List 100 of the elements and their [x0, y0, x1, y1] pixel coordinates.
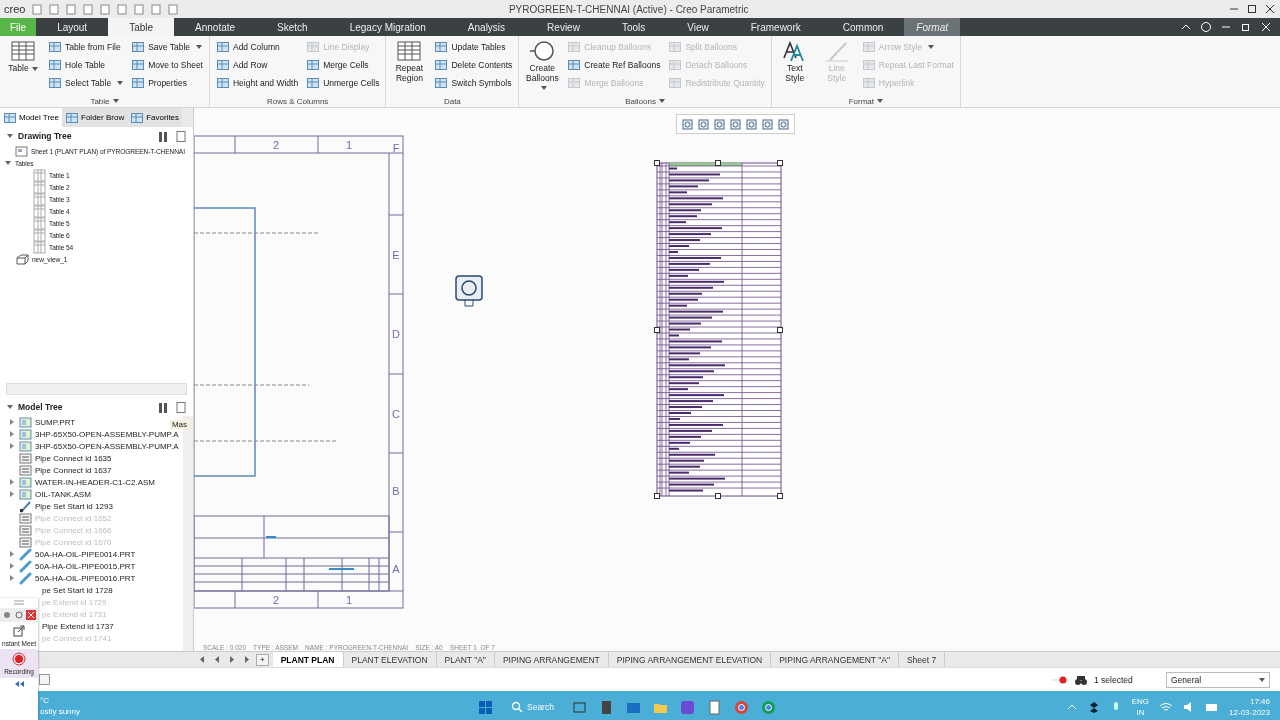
grid-icon[interactable] — [131, 76, 146, 90]
help-icon[interactable] — [1200, 21, 1212, 33]
tree-item[interactable]: Pipe Connect id 1637 — [35, 465, 112, 475]
task-view-icon[interactable] — [571, 699, 587, 715]
table-icon[interactable] — [396, 40, 423, 62]
tree-item[interactable]: Pipe Set Start id 1293 — [35, 501, 113, 511]
ribbon-button[interactable]: Add Row — [213, 56, 301, 74]
record-icon[interactable] — [12, 652, 26, 666]
expand-arrow-icon[interactable] — [9, 419, 15, 425]
group-label[interactable]: Format — [775, 95, 956, 107]
ribbon-button[interactable]: Delete Contents — [432, 56, 515, 74]
ribbon-tab[interactable]: Analysis — [446, 18, 527, 36]
expand-arrow-icon[interactable] — [9, 575, 15, 581]
toolbar-tool-icon[interactable] — [31, 3, 44, 15]
sheet-tab[interactable]: PLANT PLAN — [272, 652, 344, 667]
ribbon-button[interactable]: Table — [4, 38, 42, 95]
ribbon-tab[interactable]: Format — [904, 18, 960, 36]
ribbon-button[interactable]: Switch Symbols — [432, 74, 515, 92]
document-icon[interactable] — [175, 401, 187, 413]
tree-item[interactable]: Pipe Connect id 1635 — [35, 453, 112, 463]
ribbon-button[interactable]: Text Style — [775, 38, 814, 95]
caret-icon[interactable] — [540, 86, 547, 91]
grid-icon[interactable] — [567, 58, 582, 72]
toolbar-tool-icon[interactable] — [48, 3, 61, 15]
grid-icon[interactable] — [3, 110, 17, 125]
grid-icon[interactable] — [434, 40, 449, 54]
ribbon-button[interactable]: Add Column — [213, 38, 301, 56]
ribbon-tab[interactable]: Layout — [36, 18, 109, 36]
start-icon[interactable] — [478, 699, 493, 715]
grid-icon[interactable] — [434, 58, 449, 72]
toolbar-tool-icon[interactable] — [133, 3, 146, 15]
group-label[interactable]: Table — [4, 95, 205, 107]
ribbon-button[interactable]: Hole Table — [46, 56, 126, 74]
binoculars-icon[interactable] — [1074, 673, 1088, 686]
tree-item[interactable]: 50A-HA-OIL-PIPE0015.PRT — [35, 561, 136, 571]
grid-icon[interactable] — [215, 58, 230, 72]
share-icon[interactable] — [12, 624, 26, 638]
grid-icon[interactable] — [434, 76, 449, 90]
grid-icon[interactable] — [215, 40, 230, 54]
grid-icon[interactable] — [215, 76, 230, 90]
browser-icon[interactable] — [733, 699, 749, 715]
add-sheet-button[interactable]: + — [256, 653, 269, 666]
grid-icon[interactable] — [48, 76, 62, 90]
drag-handle-icon[interactable] — [12, 598, 26, 606]
filter-dropdown[interactable]: General — [1166, 671, 1270, 688]
caret-icon[interactable] — [196, 45, 203, 49]
maximize-icon[interactable] — [1246, 3, 1258, 15]
tree-item[interactable]: WATER-IN-HEADER-C1-C2.ASM — [35, 477, 155, 487]
toolbar-tool-icon[interactable] — [99, 3, 112, 15]
tree-item[interactable]: pe Set Start id 1728 — [42, 585, 113, 595]
caret-icon[interactable] — [117, 81, 124, 85]
grid-icon[interactable] — [48, 40, 62, 54]
ribbon-button[interactable]: Merge Cells — [304, 56, 382, 74]
expand-arrow-icon[interactable] — [9, 443, 15, 449]
grid-icon[interactable] — [130, 110, 145, 125]
wifi-icon[interactable] — [1159, 701, 1174, 713]
expand-arrow-icon[interactable] — [7, 404, 13, 410]
caret-icon[interactable] — [877, 99, 884, 103]
grid-icon[interactable] — [131, 40, 146, 54]
side-tab[interactable]: Mas — [169, 420, 189, 429]
toolbar-tool-icon[interactable] — [150, 3, 163, 15]
ribbon-button[interactable]: Repeat Region — [390, 38, 429, 95]
close-icon[interactable] — [1264, 3, 1276, 15]
tree-item[interactable]: 50A-HA-OIL-PIPE0016.PRT — [35, 573, 136, 583]
ribbon-button[interactable]: Unmerge Cells — [304, 74, 382, 92]
ribbon-tab[interactable]: Framework — [729, 18, 822, 36]
tree-item[interactable]: 50A-HA-OIL-PIPE0014.PRT — [35, 549, 136, 559]
expand-arrow-icon[interactable] — [9, 479, 15, 485]
toolbar-tool-icon[interactable] — [65, 3, 78, 15]
expand-arrow-icon[interactable] — [5, 160, 11, 166]
grid-icon[interactable] — [65, 110, 80, 125]
caret-icon[interactable] — [658, 99, 665, 104]
tree-item[interactable]: OIL-TANK.ASM — [35, 489, 91, 499]
document-app-icon[interactable] — [706, 699, 722, 715]
ribbon-tab[interactable]: Annotate — [174, 18, 257, 36]
table-icon[interactable] — [10, 40, 36, 62]
selected-table-drawing[interactable] — [654, 160, 783, 499]
grid-icon[interactable] — [306, 58, 321, 72]
expand-arrow-icon[interactable] — [9, 431, 15, 437]
panel-tab[interactable]: Folder Brow — [62, 108, 128, 127]
ribbon-button[interactable]: Height and Width — [213, 74, 301, 92]
ribbon-tab[interactable]: Sketch — [256, 18, 329, 36]
grid-icon[interactable] — [48, 58, 62, 72]
battery-icon[interactable] — [1205, 701, 1220, 713]
expand-arrow-icon[interactable] — [9, 551, 15, 557]
document-icon[interactable] — [175, 130, 187, 142]
group-label[interactable]: Balloons — [523, 95, 767, 107]
collapse-widget-icon[interactable] — [13, 680, 25, 688]
toolbar-tool-icon[interactable] — [116, 3, 129, 15]
ribbon-tab[interactable]: Tools — [600, 18, 667, 36]
ribbon-button[interactable]: Move to Sheet — [129, 56, 205, 74]
toolbar-tool-icon[interactable] — [82, 3, 95, 15]
ribbon-tab[interactable]: Legacy Migration — [328, 18, 447, 36]
ribbon-button[interactable]: Save Table — [129, 38, 205, 56]
tree-item[interactable]: 3HP-65X50-OPEN-ASSEMBLY-PUMP.A — [35, 441, 179, 451]
ribbon-tab[interactable]: Review — [526, 18, 601, 36]
tree-item[interactable]: 3HP-65X50-OPEN-ASSEMBLY-PUMP.A — [35, 429, 179, 439]
caret-icon[interactable] — [112, 99, 119, 103]
ribbon-tab[interactable]: View — [666, 18, 730, 36]
caret-icon[interactable] — [31, 66, 38, 71]
